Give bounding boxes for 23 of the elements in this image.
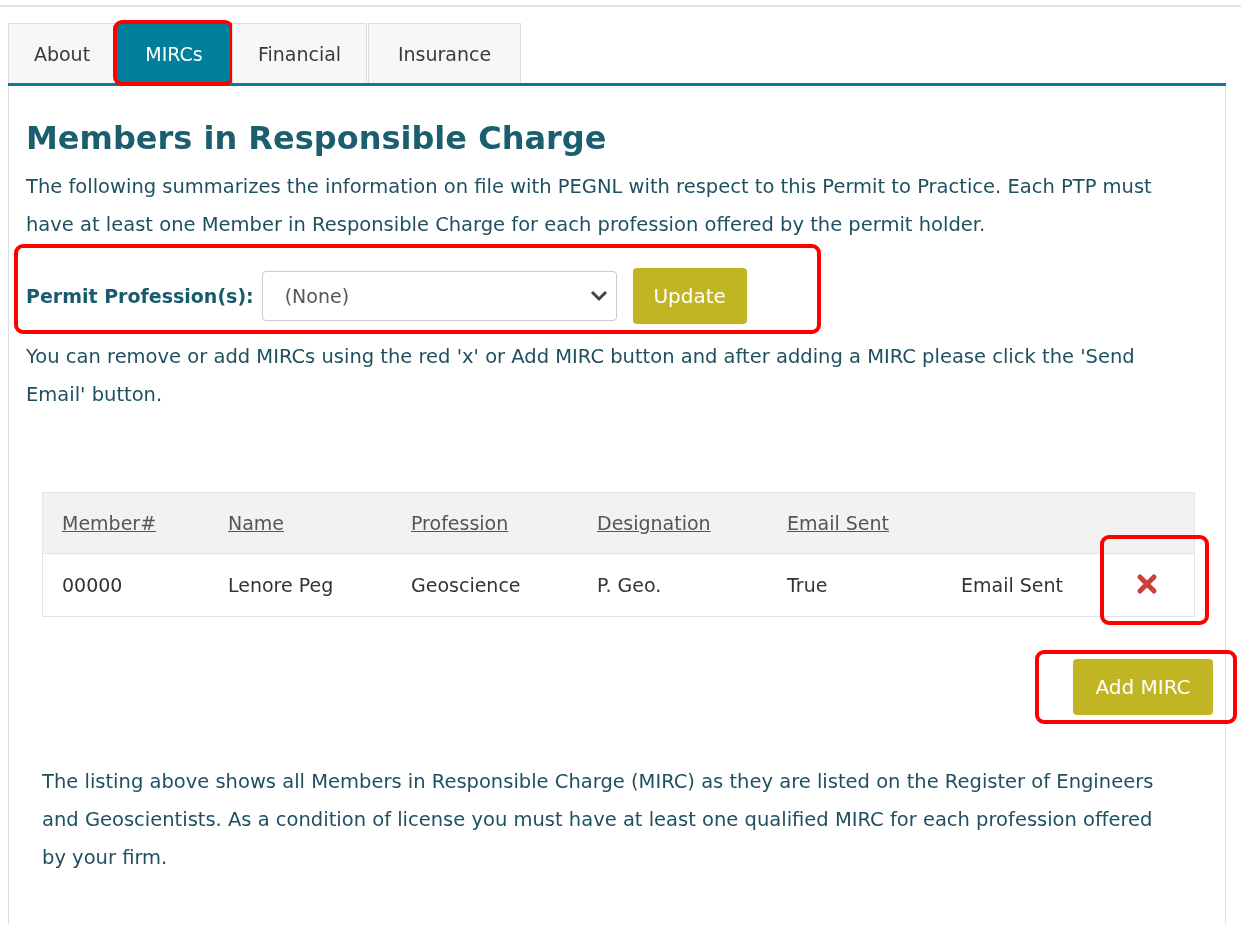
table-cell-text: P. Geo. [597,574,663,596]
footer-text: The listing above shows all Members in Responsible Charge (MIRC) as they are listed on the Register of Engineers and Geoscientists. As a condition of license you must have at least one qualified MIRC for each profession offered by your firm. [42,769,1155,871]
tab[interactable]: About [8,23,116,83]
chevron-down-icon[interactable] [589,290,608,302]
table-cell-text: True [787,574,829,596]
profession-dropdown[interactable]: (None) [261,271,617,321]
column-header[interactable]: Email Sent [787,512,961,534]
table-cell-text: Lenore Peg [228,574,335,596]
page-heading: Members in Responsible Charge [26,118,608,159]
table-cell-text: 00000 [62,574,124,596]
tab[interactable]: MIRCs [117,23,231,83]
tab[interactable]: Insurance [368,23,521,83]
tab[interactable]: Financial [232,23,367,83]
column-header[interactable]: Designation [597,512,787,534]
column-header[interactable]: Member# [62,512,228,534]
delete-icon[interactable] [1136,573,1158,595]
table-cell-text: Email Sent [961,574,1064,596]
intro-text: The following summarizes the information on file with PEGNL with respect to this Permit to Practice. Each PTP must have at least one Member in Responsible Charge for each profession offered by the permit holder. [26,174,1153,238]
column-header[interactable]: Name [228,512,411,534]
instructions-text: You can remove or add MIRCs using the red 'x' or Add MIRC button and after adding a MIRC please click the 'Send Email' button. [26,344,1135,408]
table-cell-text: Geoscience [411,574,522,596]
column-header[interactable]: Profession [411,512,597,534]
field-label: Permit Profession(s): [26,285,254,307]
